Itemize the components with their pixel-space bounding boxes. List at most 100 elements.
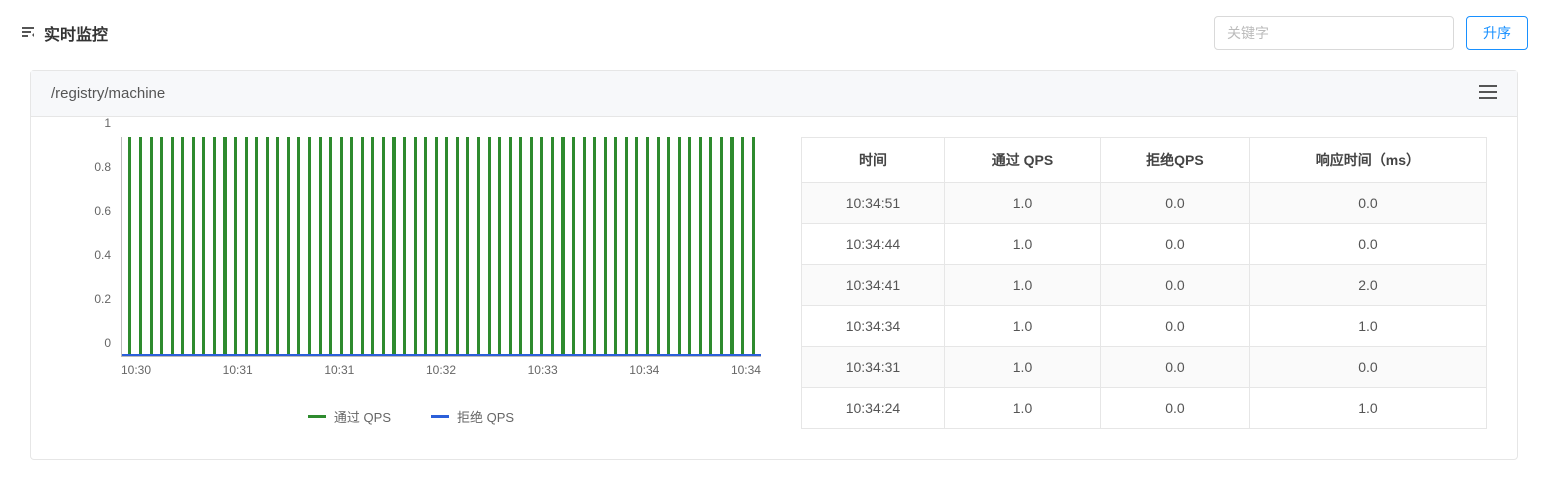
bar-group (646, 137, 649, 356)
bar-group (276, 137, 279, 356)
bar-pass (530, 137, 533, 356)
bar-pass (720, 137, 723, 356)
bar-group (667, 137, 670, 356)
x-tick: 10:34 (629, 363, 659, 377)
bar-pass (551, 137, 554, 356)
bar-group (350, 137, 353, 356)
bar-pass (371, 137, 374, 356)
bar-group (540, 137, 543, 356)
col-rt: 响应时间（ms） (1249, 138, 1486, 183)
col-time: 时间 (802, 138, 945, 183)
bar-group (730, 137, 733, 356)
x-tick: 10:32 (426, 363, 456, 377)
cell-reject_qps: 0.0 (1101, 265, 1250, 306)
bar-pass (625, 137, 628, 356)
bar-pass (583, 137, 586, 356)
bar-group (308, 137, 311, 356)
bar-pass (709, 137, 712, 356)
bar-group (202, 137, 205, 356)
cell-rt_ms: 1.0 (1249, 306, 1486, 347)
chart-baseline (122, 354, 761, 356)
keyword-input[interactable] (1214, 16, 1454, 50)
bar-group (213, 137, 216, 356)
cell-reject_qps: 0.0 (1101, 347, 1250, 388)
legend-reject-qps: 拒绝 QPS (431, 407, 514, 426)
bar-group (593, 137, 596, 356)
table-row: 10:34:311.00.00.0 (802, 347, 1487, 388)
bar-pass (593, 137, 596, 356)
table-row: 10:34:241.00.01.0 (802, 388, 1487, 429)
bar-pass (688, 137, 691, 356)
bar-pass (498, 137, 501, 356)
bar-pass (297, 137, 300, 356)
bar-pass (350, 137, 353, 356)
bar-group (160, 137, 163, 356)
bar-group (329, 137, 332, 356)
bar-pass (128, 137, 131, 356)
bar-group (752, 137, 755, 356)
cell-time: 10:34:51 (802, 183, 945, 224)
bar-pass (477, 137, 480, 356)
bar-group (181, 137, 184, 356)
cell-rt_ms: 2.0 (1249, 265, 1486, 306)
bar-group (583, 137, 586, 356)
bar-pass (308, 137, 311, 356)
bar-group (297, 137, 300, 356)
cell-time: 10:34:44 (802, 224, 945, 265)
cell-time: 10:34:41 (802, 265, 945, 306)
y-tick: 0.2 (94, 292, 111, 306)
bar-group (488, 137, 491, 356)
chart-bars (122, 137, 761, 356)
x-tick: 10:34 (731, 363, 761, 377)
legend-swatch-reject (431, 415, 449, 418)
cell-rt_ms: 0.0 (1249, 347, 1486, 388)
bar-group (234, 137, 237, 356)
bar-pass (435, 137, 438, 356)
legend-swatch-pass (308, 415, 326, 418)
y-tick: 0 (104, 336, 111, 350)
bar-pass (614, 137, 617, 356)
page-title: 实时监控 (44, 21, 108, 45)
bar-group (403, 137, 406, 356)
bar-pass (319, 137, 322, 356)
menu-icon[interactable] (1479, 85, 1497, 102)
cell-reject_qps: 0.0 (1101, 388, 1250, 429)
bar-group (720, 137, 723, 356)
bar-pass (424, 137, 427, 356)
bar-pass (445, 137, 448, 356)
cell-reject_qps: 0.0 (1101, 183, 1250, 224)
qps-chart: 00.20.40.60.81 10:3010:3110:3110:3210:33… (61, 137, 761, 426)
table-header-row: 时间 通过 QPS 拒绝QPS 响应时间（ms） (802, 138, 1487, 183)
bar-pass (223, 137, 226, 356)
bar-group (245, 137, 248, 356)
bar-pass (667, 137, 670, 356)
bar-group (371, 137, 374, 356)
bar-group (477, 137, 480, 356)
bar-pass (171, 137, 174, 356)
cell-time: 10:34:24 (802, 388, 945, 429)
sort-button[interactable]: 升序 (1466, 16, 1528, 50)
bar-pass (699, 137, 702, 356)
bar-pass (741, 137, 744, 356)
cell-pass_qps: 1.0 (944, 265, 1100, 306)
bar-group (709, 137, 712, 356)
y-tick: 0.4 (94, 248, 111, 262)
bar-pass (540, 137, 543, 356)
bar-pass (139, 137, 142, 356)
bar-group (361, 137, 364, 356)
bar-group (424, 137, 427, 356)
bar-group (614, 137, 617, 356)
endpoint-path: /registry/machine (51, 85, 165, 102)
cell-reject_qps: 0.0 (1101, 306, 1250, 347)
bar-pass (604, 137, 607, 356)
bar-group (509, 137, 512, 356)
cell-rt_ms: 0.0 (1249, 183, 1486, 224)
x-tick: 10:30 (121, 363, 151, 377)
bar-pass (403, 137, 406, 356)
bar-group (128, 137, 131, 356)
chart-legend: 通过 QPS 拒绝 QPS (61, 407, 761, 426)
bar-group (604, 137, 607, 356)
monitor-panel: /registry/machine 00.20.40.60.81 10:3010… (30, 70, 1518, 460)
bar-pass (329, 137, 332, 356)
bar-group (466, 137, 469, 356)
